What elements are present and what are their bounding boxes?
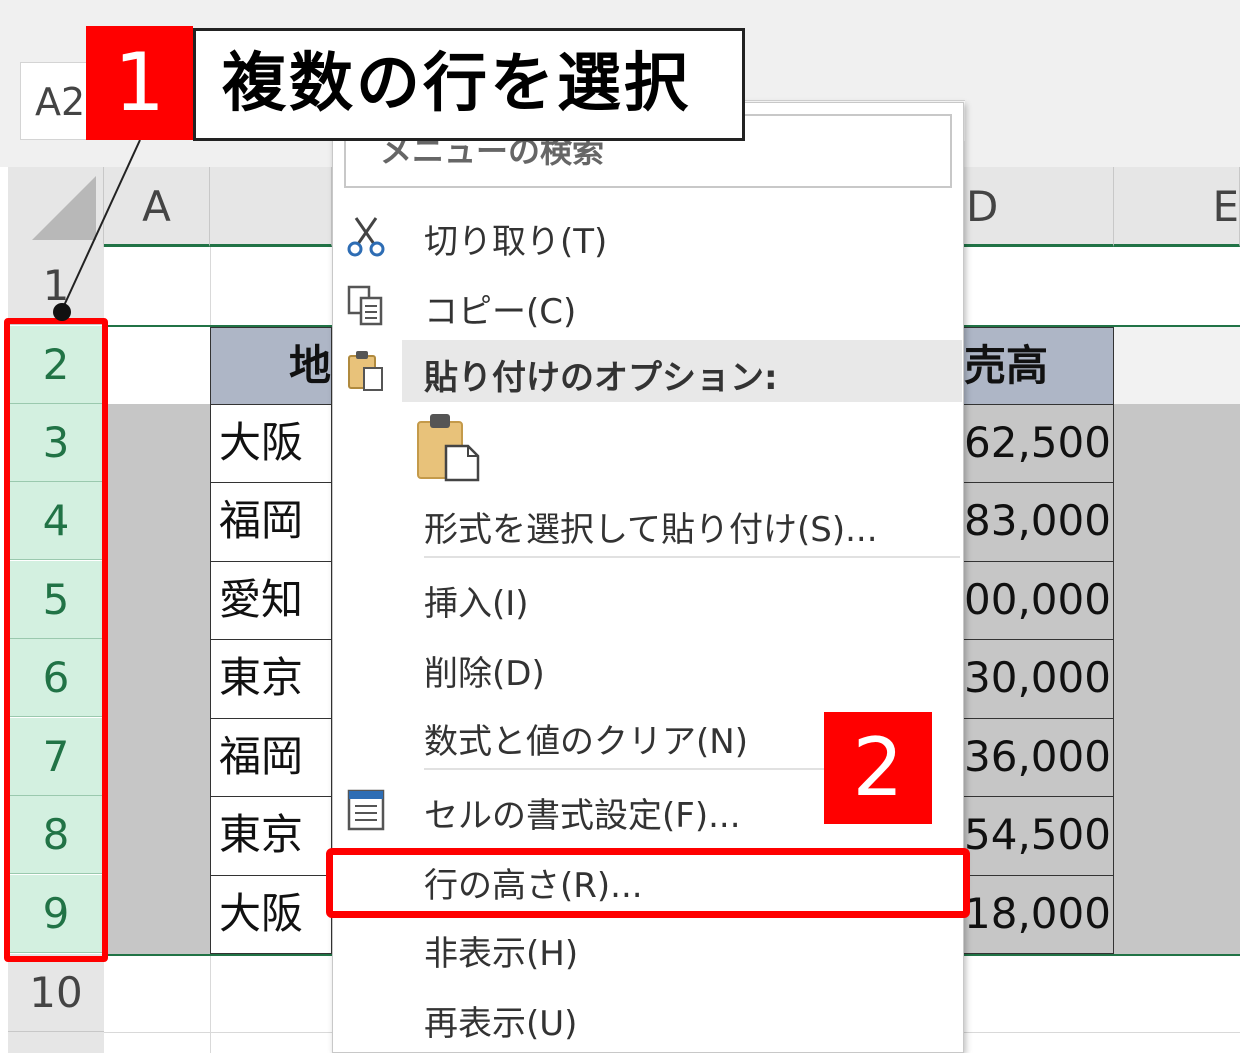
menu-item-insert[interactable]: 挿入(I) <box>424 576 529 625</box>
menu-item-hide[interactable]: 非表示(H) <box>424 926 578 975</box>
paste-icon <box>348 351 383 391</box>
menu-item-delete[interactable]: 削除(D) <box>424 646 545 695</box>
menu-item-clear-contents[interactable]: 数式と値のクリア(N) <box>424 714 748 763</box>
paste-button-clipboard-icon[interactable] <box>416 412 480 482</box>
menu-item-unhide[interactable]: 再表示(U) <box>424 996 577 1045</box>
step-2-badge: 2 <box>824 712 932 824</box>
menu-separator <box>424 556 960 558</box>
menu-paste-options-label: 貼り付けのオプション: <box>424 358 778 398</box>
scissors-icon <box>347 217 385 257</box>
copy-icon <box>347 285 383 326</box>
menu-item-cut[interactable]: 切り取り(T) <box>424 214 607 263</box>
row-height-highlight <box>326 848 970 918</box>
format-cells-icon <box>347 789 385 831</box>
step-1-badge: 1 <box>86 26 193 140</box>
step-1-label: 複数の行を選択 <box>193 28 745 141</box>
menu-item-format-cells[interactable]: セルの書式設定(F)... <box>424 788 741 837</box>
menu-item-copy[interactable]: コピー(C) <box>424 284 576 333</box>
menu-separator <box>424 768 824 770</box>
menu-item-paste-special[interactable]: 形式を選択して貼り付け(S)... <box>424 502 878 551</box>
